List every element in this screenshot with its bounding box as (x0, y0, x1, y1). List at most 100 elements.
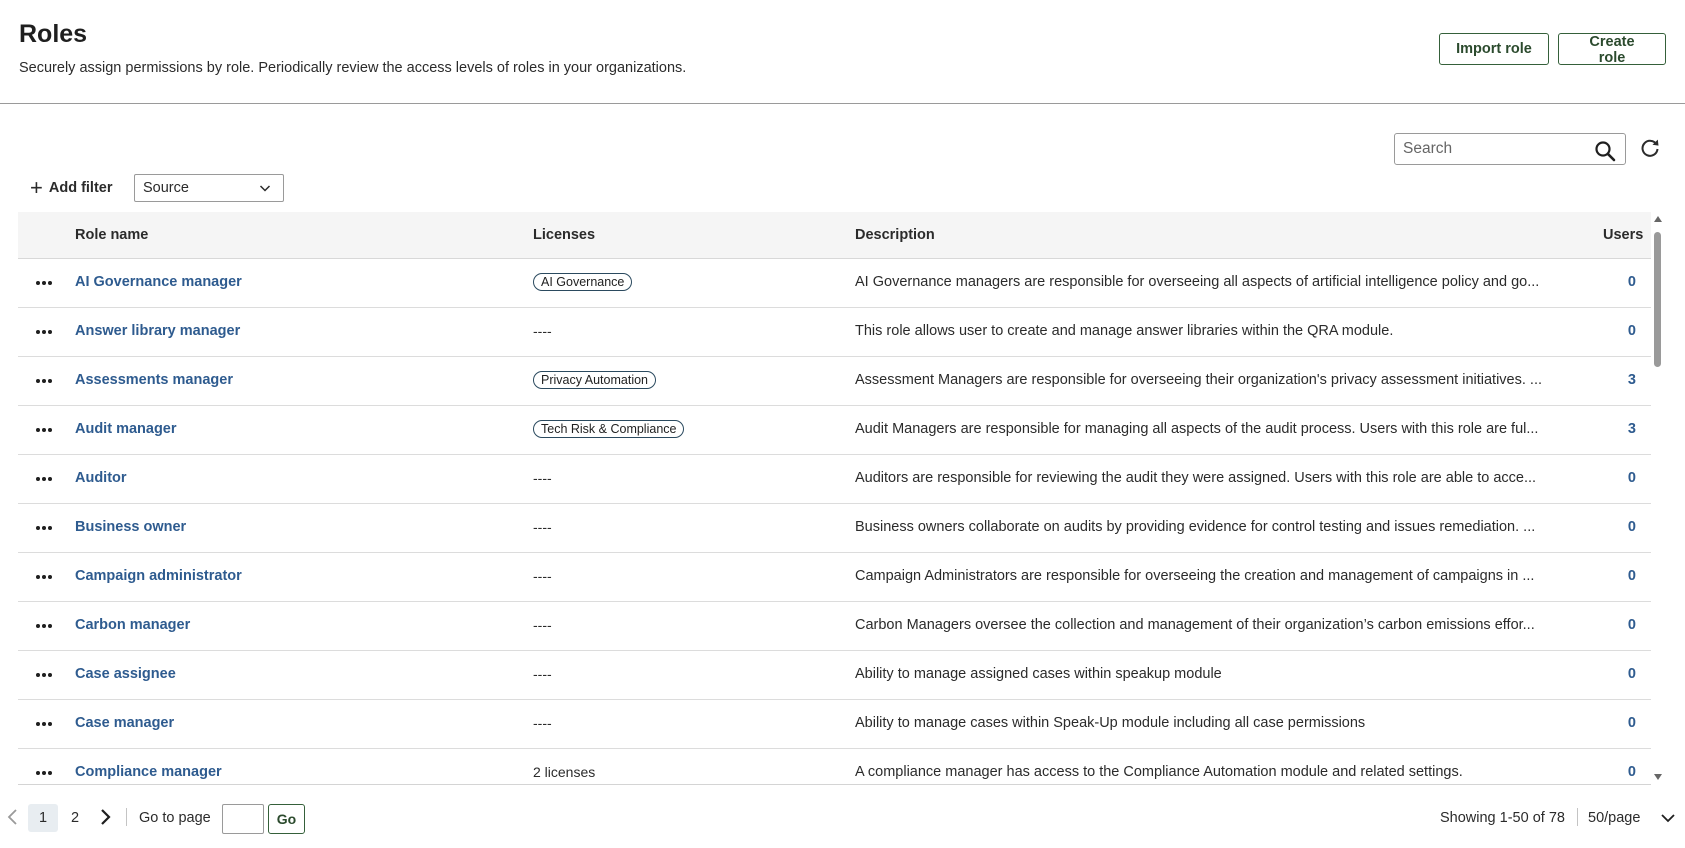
table-row: Case assignee ---- Ability to manage assig… (18, 651, 1651, 700)
source-select[interactable]: Source (134, 174, 284, 202)
more-options-icon[interactable] (32, 712, 56, 736)
role-name-link[interactable]: Case assignee (75, 666, 176, 682)
license-text: ---- (533, 568, 552, 584)
chevron-left-icon[interactable] (5, 808, 21, 826)
license-text: 2 licenses (533, 764, 596, 780)
go-to-page-input[interactable] (222, 804, 264, 834)
license-text: ---- (533, 617, 552, 633)
add-filter-label: Add filter (48, 180, 113, 196)
more-options-icon[interactable] (32, 663, 56, 687)
scroll-down-arrow-icon[interactable] (1654, 774, 1662, 780)
add-filter-button[interactable]: + Add filter (30, 177, 113, 199)
role-name-link[interactable]: Auditor (75, 470, 127, 486)
users-count-link[interactable]: 0 (1628, 274, 1636, 290)
table-row: Business owner ---- Business owners collab… (18, 504, 1651, 553)
more-options-icon[interactable] (32, 565, 56, 589)
showing-count: Showing 1-50 of 78 (1440, 810, 1565, 826)
table-row: Assessments manager Privacy Automation Ass… (18, 357, 1651, 406)
more-options-icon[interactable] (32, 516, 56, 540)
role-name-link[interactable]: Carbon manager (75, 617, 190, 633)
users-count-link[interactable]: 0 (1628, 715, 1636, 731)
role-description: Campaign Administrators are responsible … (855, 568, 1535, 584)
table-scrollbar[interactable] (1651, 212, 1665, 785)
page-subtitle: Securely assign permissions by role. Per… (19, 60, 687, 76)
role-description: Carbon Managers oversee the collection a… (855, 617, 1535, 633)
role-description: Business owners collaborate on audits by… (855, 519, 1536, 535)
page-title: Roles (19, 20, 88, 48)
scroll-thumb[interactable] (1654, 232, 1661, 367)
table-row: Audit manager Tech Risk & Compliance Audit… (18, 406, 1651, 455)
more-options-icon[interactable] (32, 614, 56, 638)
more-options-icon[interactable] (32, 369, 56, 393)
import-role-button[interactable]: Import role (1439, 33, 1549, 65)
role-name-link[interactable]: Assessments manager (75, 372, 233, 388)
role-name-link[interactable]: Case manager (75, 715, 174, 731)
source-select-value: Source (143, 180, 189, 196)
create-role-button[interactable]: Create role (1558, 33, 1666, 66)
users-count-link[interactable]: 0 (1628, 617, 1636, 633)
chevron-right-icon[interactable] (96, 808, 114, 826)
role-description: Ability to manage cases within Speak-Up … (855, 715, 1366, 731)
chevron-down-icon (259, 185, 271, 192)
users-count-link[interactable]: 0 (1628, 764, 1636, 780)
table-row: Answer library manager ---- This role allo… (18, 308, 1651, 357)
role-description: Ability to manage assigned cases within … (855, 666, 1222, 682)
scroll-up-arrow-icon[interactable] (1654, 216, 1662, 222)
role-name-link[interactable]: Audit manager (75, 421, 177, 437)
search-icon[interactable] (1593, 139, 1617, 163)
license-text: ---- (533, 519, 552, 535)
per-page-value: 50/page (1588, 810, 1641, 826)
role-name-link[interactable]: Business owner (75, 519, 186, 535)
role-name-link[interactable]: Campaign administrator (75, 568, 242, 584)
license-tag: AI Governance (533, 273, 633, 291)
column-header-description[interactable]: Description (855, 227, 935, 243)
role-name-link[interactable]: Compliance manager (75, 764, 222, 780)
more-options-icon[interactable] (32, 467, 56, 491)
users-count-link[interactable]: 0 (1628, 470, 1636, 486)
pagination: 1 2 Go to page Go Showing 1-50 of 78 50/… (0, 786, 1685, 848)
go-button[interactable]: Go (268, 804, 305, 834)
plus-icon: + (30, 175, 43, 200)
license-text: ---- (533, 666, 552, 682)
table-row: Compliance manager 2 licenses A compliance… (18, 749, 1651, 785)
page-button-2[interactable]: 2 (60, 804, 90, 832)
license-text: ---- (533, 715, 552, 731)
roles-table: Role name Licenses Description Users AI … (18, 212, 1651, 785)
search-input[interactable] (1403, 138, 1583, 160)
go-to-page-label: Go to page (139, 810, 211, 826)
license-tag: Tech Risk & Compliance (533, 420, 685, 438)
table-header: Role name Licenses Description Users (18, 212, 1651, 259)
role-name-link[interactable]: Answer library manager (75, 323, 240, 339)
more-options-icon[interactable] (32, 761, 56, 785)
column-header-role-name[interactable]: Role name (75, 227, 148, 243)
users-count-link[interactable]: 3 (1628, 421, 1636, 437)
table-row: Carbon manager ---- Carbon Managers overse… (18, 602, 1651, 651)
pagination-divider (1577, 808, 1578, 826)
column-header-users[interactable]: Users (1603, 227, 1643, 243)
refresh-icon[interactable] (1638, 136, 1662, 160)
license-text: ---- (533, 323, 552, 339)
role-description: A compliance manager has access to the C… (855, 764, 1463, 780)
role-description: AI Governance managers are responsible f… (855, 274, 1540, 290)
license-tag: Privacy Automation (533, 371, 656, 389)
more-options-icon[interactable] (32, 418, 56, 442)
users-count-link[interactable]: 3 (1628, 372, 1636, 388)
more-options-icon[interactable] (32, 271, 56, 295)
table-row: Auditor ---- Auditors are responsible for … (18, 455, 1651, 504)
role-description: Auditors are responsible for reviewing t… (855, 470, 1537, 486)
column-header-licenses[interactable]: Licenses (533, 227, 595, 243)
chevron-down-icon[interactable] (1660, 811, 1676, 825)
users-count-link[interactable]: 0 (1628, 666, 1636, 682)
more-options-icon[interactable] (32, 320, 56, 344)
table-row: Campaign administrator ---- Campaign Admin… (18, 553, 1651, 602)
role-description: Assessment Managers are responsible for … (855, 372, 1543, 388)
users-count-link[interactable]: 0 (1628, 568, 1636, 584)
role-name-link[interactable]: AI Governance manager (75, 274, 242, 290)
page-header: Roles Securely assign permissions by rol… (0, 0, 1685, 104)
users-count-link[interactable]: 0 (1628, 323, 1636, 339)
users-count-link[interactable]: 0 (1628, 519, 1636, 535)
table-row: Case manager ---- Ability to manage cases … (18, 700, 1651, 749)
page-button-1[interactable]: 1 (28, 804, 58, 832)
pagination-divider (126, 808, 127, 826)
role-description: This role allows user to create and mana… (855, 323, 1394, 339)
